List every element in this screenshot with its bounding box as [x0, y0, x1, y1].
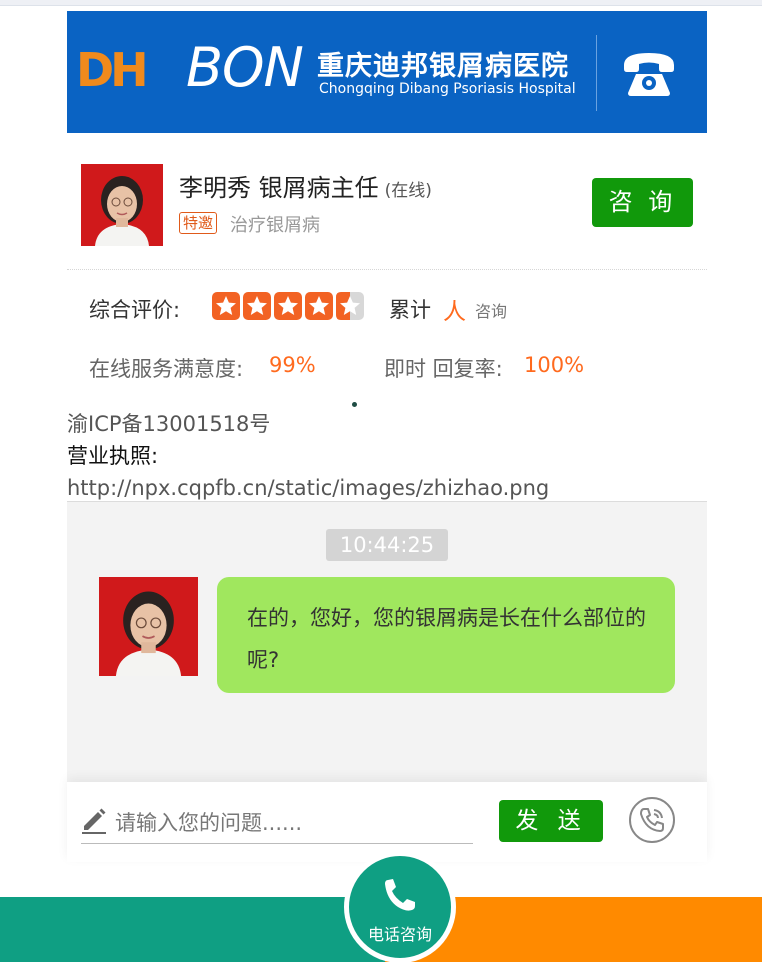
bottom-left-action[interactable] — [0, 897, 385, 962]
doctor-online-status: (在线) — [384, 181, 432, 201]
star-icon — [243, 292, 271, 320]
reply-rate-label: 即时 回复率: — [384, 357, 503, 381]
logo-dh-text: DH — [76, 43, 149, 97]
chat-message-bubble: 在的，您好，您的银屑病是长在什么部位的呢? — [217, 577, 675, 693]
question-input[interactable] — [81, 802, 473, 844]
phone-consult-label: 电话咨询 — [367, 925, 432, 944]
phone-call-icon[interactable] — [628, 796, 676, 844]
icp-record: 渝ICP备13001518号 — [67, 412, 271, 436]
telephone-icon[interactable] — [620, 47, 678, 99]
satisfaction-value: 99% — [269, 353, 316, 377]
hospital-header-banner: DH BON 重庆迪邦银屑病医院 Chongqing Dibang Psoria… — [67, 11, 707, 133]
logo-bon-text: BON — [186, 36, 304, 99]
doctor-name-line: 李明秀 银屑病主任 (在线) — [179, 168, 432, 203]
half-star-icon — [336, 292, 364, 320]
total-consult-label: 累计 — [389, 298, 431, 322]
message-input-bar: 发 送 — [67, 782, 707, 862]
doctor-description: 治疗银屑病 — [230, 215, 320, 236]
header-divider — [596, 35, 597, 111]
service-stats-row: 在线服务满意度: 99% 即时 回复率: 100% — [89, 353, 689, 385]
doctor-profile-card: 李明秀 银屑病主任 (在线) 特邀 治疗银屑病 咨 询 — [67, 150, 707, 270]
star-rating — [212, 292, 364, 320]
reply-rate-value: 100% — [524, 353, 585, 377]
decorative-dot — [352, 402, 357, 407]
business-license-label: 营业执照: — [67, 444, 159, 468]
message-timestamp: 10:44:25 — [326, 529, 448, 561]
star-icon — [274, 292, 302, 320]
star-icon — [305, 292, 333, 320]
send-button[interactable]: 发 送 — [499, 800, 603, 842]
phone-handset-icon — [385, 879, 415, 911]
hospital-name-en: Chongqing Dibang Psoriasis Hospital — [319, 81, 576, 97]
invited-badge: 特邀 — [179, 212, 218, 234]
star-icon — [212, 292, 240, 320]
business-license-url[interactable]: http://npx.cqpfb.cn/static/images/zhizha… — [67, 472, 549, 504]
consult-button[interactable]: 咨 询 — [592, 178, 693, 227]
chat-panel: 10:44:25 在的，您好，您的银屑病是长在什么部位的呢? — [67, 501, 707, 782]
satisfaction-label: 在线服务满意度: — [89, 357, 244, 381]
total-consult-unit: 人 — [443, 299, 466, 325]
rating-label: 综合评价: — [89, 298, 181, 322]
total-consult-suffix: 咨询 — [475, 302, 508, 321]
hospital-name-cn: 重庆迪邦银屑病医院 — [317, 51, 569, 82]
phone-consult-button[interactable]: 电话咨询 — [344, 851, 456, 962]
pencil-icon — [82, 808, 106, 834]
top-border — [0, 0, 762, 6]
doctor-avatar — [81, 164, 163, 246]
chat-doctor-avatar — [99, 577, 198, 676]
rating-row: 综合评价: 累计 人 咨询 — [89, 292, 689, 325]
site-footer-info: 渝ICP备13001518号 营业执照: http://npx.cqpfb.cn… — [67, 408, 549, 504]
doctor-name-title: 李明秀 银屑病主任 — [179, 174, 379, 202]
